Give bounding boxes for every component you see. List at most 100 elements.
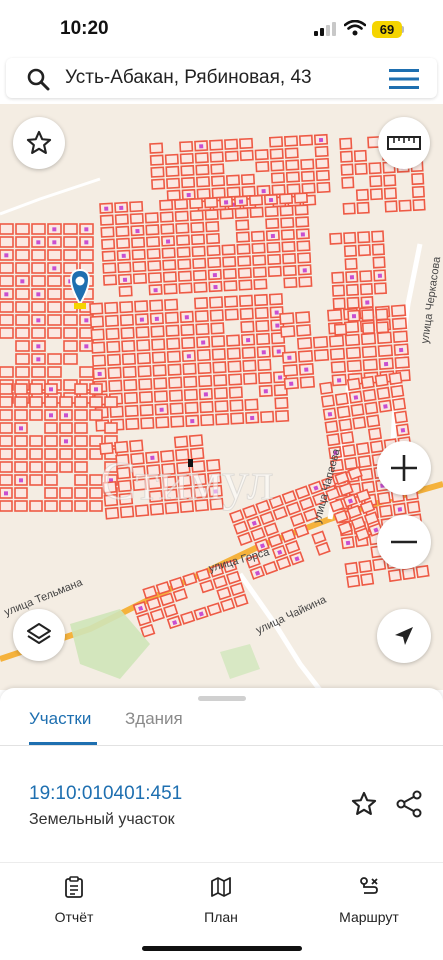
cadastral-number-link[interactable]: 19:10:010401:451 (29, 783, 182, 805)
land-parcel[interactable] (355, 188, 370, 202)
land-parcel[interactable] (282, 364, 299, 377)
land-parcel[interactable] (180, 164, 195, 177)
land-parcel[interactable] (392, 397, 407, 411)
land-parcel[interactable] (284, 539, 301, 555)
land-parcel[interactable] (207, 256, 222, 269)
land-parcel[interactable] (360, 332, 377, 346)
land-parcel[interactable] (311, 530, 327, 545)
land-parcel[interactable] (359, 283, 374, 296)
land-parcel[interactable] (29, 396, 43, 408)
land-parcel[interactable] (108, 379, 123, 392)
land-parcel[interactable] (312, 335, 329, 349)
land-parcel[interactable] (0, 327, 14, 339)
land-parcel[interactable] (369, 440, 384, 454)
land-parcel[interactable] (99, 214, 114, 226)
land-parcel[interactable] (239, 307, 254, 320)
land-parcel[interactable] (295, 311, 311, 324)
land-parcel[interactable] (319, 381, 334, 395)
land-parcel[interactable] (47, 301, 62, 313)
land-parcel[interactable] (252, 254, 267, 266)
land-parcel[interactable] (121, 339, 136, 353)
land-parcel[interactable] (63, 249, 78, 261)
land-parcel[interactable] (392, 330, 409, 343)
land-parcel[interactable] (199, 579, 215, 594)
land-parcel[interactable] (0, 435, 13, 447)
land-parcel[interactable] (225, 174, 241, 186)
land-parcel[interactable] (44, 474, 58, 486)
land-parcel[interactable] (74, 435, 88, 447)
land-parcel[interactable] (371, 243, 385, 256)
land-parcel[interactable] (125, 417, 140, 431)
land-parcel[interactable] (346, 377, 361, 391)
land-parcel[interactable] (278, 193, 294, 205)
land-parcel[interactable] (289, 512, 306, 527)
land-parcel[interactable] (166, 177, 181, 189)
search-icon[interactable] (26, 67, 50, 91)
land-parcel[interactable] (373, 282, 388, 295)
land-parcel[interactable] (119, 300, 134, 314)
land-parcel[interactable] (74, 487, 88, 499)
land-parcel[interactable] (387, 568, 402, 583)
layers-button[interactable] (13, 609, 65, 661)
land-parcel[interactable] (255, 319, 270, 333)
land-parcel[interactable] (29, 448, 43, 460)
land-parcel[interactable] (320, 394, 335, 408)
land-parcel[interactable] (106, 353, 122, 366)
land-parcel[interactable] (29, 474, 43, 486)
land-parcel[interactable] (282, 265, 297, 277)
land-parcel[interactable] (280, 528, 297, 543)
land-parcel[interactable] (194, 310, 209, 323)
land-parcel[interactable] (268, 293, 284, 306)
land-parcel[interactable] (250, 526, 266, 542)
land-parcel[interactable] (252, 266, 267, 278)
land-parcel[interactable] (107, 366, 122, 379)
land-parcel[interactable] (151, 351, 166, 364)
land-parcel[interactable] (91, 354, 107, 367)
land-parcel[interactable] (361, 321, 376, 335)
land-parcel[interactable] (284, 147, 299, 159)
land-parcel[interactable] (59, 500, 73, 512)
land-parcel[interactable] (259, 510, 275, 526)
land-parcel[interactable] (354, 162, 368, 176)
land-parcel[interactable] (79, 249, 94, 261)
land-parcel[interactable] (315, 169, 330, 182)
nav-report[interactable]: Отчёт (19, 876, 129, 925)
land-parcel[interactable] (44, 435, 58, 447)
land-parcel[interactable] (344, 257, 358, 271)
land-parcel[interactable] (268, 136, 284, 148)
land-parcel[interactable] (136, 352, 152, 365)
land-parcel[interactable] (104, 314, 120, 328)
land-parcel[interactable] (119, 313, 134, 327)
land-parcel[interactable] (270, 160, 285, 172)
land-parcel[interactable] (215, 413, 230, 426)
land-parcel[interactable] (342, 202, 356, 215)
land-parcel[interactable] (182, 572, 198, 587)
land-parcel[interactable] (341, 176, 355, 189)
land-parcel[interactable] (283, 276, 298, 289)
land-parcel[interactable] (74, 422, 88, 434)
land-parcel[interactable] (0, 223, 14, 235)
land-parcel[interactable] (205, 221, 220, 233)
land-parcel[interactable] (15, 340, 30, 352)
land-parcel[interactable] (102, 262, 117, 274)
land-parcel[interactable] (224, 308, 239, 321)
land-parcel[interactable] (339, 137, 353, 150)
land-parcel[interactable] (74, 396, 88, 408)
land-parcel[interactable] (104, 396, 118, 408)
land-parcel[interactable] (359, 270, 373, 283)
land-parcel[interactable] (313, 348, 330, 362)
land-parcel[interactable] (331, 284, 346, 297)
land-parcel[interactable] (343, 231, 357, 245)
land-parcel[interactable] (361, 345, 378, 359)
land-parcel[interactable] (242, 359, 257, 372)
land-parcel[interactable] (255, 161, 270, 173)
land-parcel[interactable] (208, 296, 224, 309)
land-parcel[interactable] (297, 350, 314, 363)
land-parcel[interactable] (209, 151, 224, 163)
land-parcel[interactable] (376, 386, 391, 400)
land-parcel[interactable] (15, 236, 30, 248)
land-parcel[interactable] (227, 360, 242, 373)
land-parcel[interactable] (298, 134, 314, 146)
land-parcel[interactable] (0, 448, 13, 460)
land-parcel[interactable] (144, 212, 159, 224)
